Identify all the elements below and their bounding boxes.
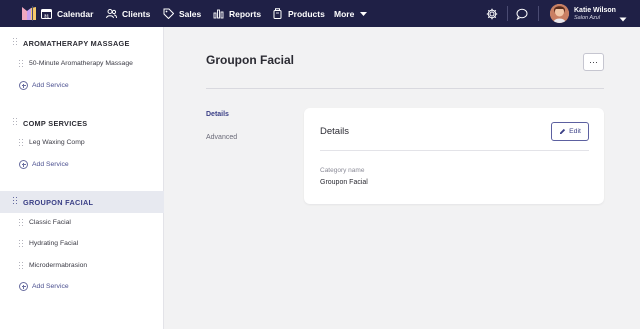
nav-divider	[507, 6, 508, 21]
nav-products-label: Products	[288, 8, 325, 19]
app-logo[interactable]	[22, 7, 36, 20]
service-label: Hydrating Facial	[29, 240, 79, 247]
tab-advanced[interactable]: Advanced	[206, 134, 237, 141]
user-name[interactable]: Katie Wilson	[574, 7, 616, 15]
more-options-button[interactable]: ···	[583, 53, 604, 71]
nav-products[interactable]: Products	[272, 8, 325, 19]
products-icon	[272, 8, 283, 19]
plus-circle-icon	[19, 282, 28, 291]
drag-handle-icon[interactable]	[19, 262, 23, 271]
service-label: Leg Waxing Comp	[29, 139, 85, 146]
add-service-label: Add Service	[32, 82, 69, 89]
add-service-button[interactable]: Add Service	[19, 282, 69, 291]
details-card: Details Edit Category name Groupon Facia…	[304, 108, 604, 204]
card-title: Details	[320, 126, 350, 137]
card-divider	[320, 150, 589, 151]
category-groupon-facial[interactable]: GROUPON FACIAL	[0, 191, 164, 213]
category-label: GROUPON FACIAL	[23, 197, 94, 207]
top-nav: 31 Calendar Clients Sales Reports Produc…	[0, 0, 640, 27]
drag-handle-icon[interactable]	[19, 219, 23, 228]
drag-handle-icon[interactable]	[13, 197, 17, 207]
caret-down-icon	[358, 8, 369, 19]
avatar[interactable]	[550, 4, 569, 23]
clients-icon	[106, 8, 117, 19]
category-comp-services[interactable]: COMP SERVICES	[0, 112, 164, 134]
messages-button[interactable]	[516, 8, 528, 20]
service-label: 50-Minute Aromatherapy Massage	[29, 60, 133, 67]
service-item[interactable]: Classic Facial	[0, 216, 164, 232]
settings-button[interactable]	[486, 8, 498, 20]
nav-divider	[32, 6, 33, 21]
reports-icon	[213, 8, 224, 19]
business-name: Salon Azul	[574, 15, 601, 21]
drag-handle-icon[interactable]	[13, 118, 17, 128]
service-item[interactable]: Leg Waxing Comp	[0, 136, 164, 152]
divider	[206, 88, 604, 89]
calendar-icon: 31	[41, 8, 52, 19]
service-label: Microdermabrasion	[29, 262, 88, 269]
plus-circle-icon	[19, 160, 28, 169]
nav-more-label: More	[334, 8, 355, 19]
service-item[interactable]: Microdermabrasion	[0, 259, 164, 275]
category-aromatherapy-massage[interactable]: AROMATHERAPY MASSAGE	[0, 32, 164, 54]
category-name-value: Groupon Facial	[320, 179, 368, 186]
nav-clients-label: Clients	[122, 8, 151, 19]
category-name-label: Category name	[320, 167, 365, 174]
tab-details[interactable]: Details	[206, 111, 229, 118]
chat-bubble-icon	[516, 8, 528, 20]
service-category-sidebar: AROMATHERAPY MASSAGE 50-Minute Aromather…	[0, 27, 164, 329]
nav-reports[interactable]: Reports	[213, 8, 261, 19]
add-service-button[interactable]: Add Service	[19, 160, 69, 169]
add-service-label: Add Service	[32, 283, 69, 290]
drag-handle-icon[interactable]	[19, 60, 23, 69]
service-item[interactable]: Hydrating Facial	[0, 237, 164, 253]
nav-sales[interactable]: Sales	[163, 8, 201, 19]
nav-divider	[538, 6, 539, 21]
service-item[interactable]: 50-Minute Aromatherapy Massage	[0, 57, 164, 73]
pencil-icon	[560, 128, 566, 134]
drag-handle-icon[interactable]	[19, 139, 23, 148]
category-label: AROMATHERAPY MASSAGE	[23, 38, 130, 48]
category-label: COMP SERVICES	[23, 118, 88, 128]
add-service-label: Add Service	[32, 161, 69, 168]
nav-calendar[interactable]: 31 Calendar	[41, 8, 93, 19]
nav-sales-label: Sales	[179, 8, 202, 19]
plus-circle-icon	[19, 81, 28, 90]
sales-tag-icon	[163, 8, 174, 19]
service-label: Classic Facial	[29, 219, 71, 226]
edit-button[interactable]: Edit	[551, 122, 589, 141]
nav-clients[interactable]: Clients	[106, 8, 150, 19]
more-dots-icon: ···	[589, 56, 598, 67]
add-service-button[interactable]: Add Service	[19, 81, 69, 90]
user-menu-caret-icon[interactable]	[619, 10, 627, 22]
drag-handle-icon[interactable]	[19, 240, 23, 249]
drag-handle-icon[interactable]	[13, 38, 17, 48]
page-title: Groupon Facial	[206, 53, 295, 67]
nav-reports-label: Reports	[229, 8, 262, 19]
svg-text:31: 31	[44, 13, 50, 18]
nav-more[interactable]: More	[334, 8, 369, 19]
edit-button-label: Edit	[569, 128, 581, 135]
gear-icon	[486, 8, 498, 20]
nav-calendar-label: Calendar	[57, 8, 94, 19]
